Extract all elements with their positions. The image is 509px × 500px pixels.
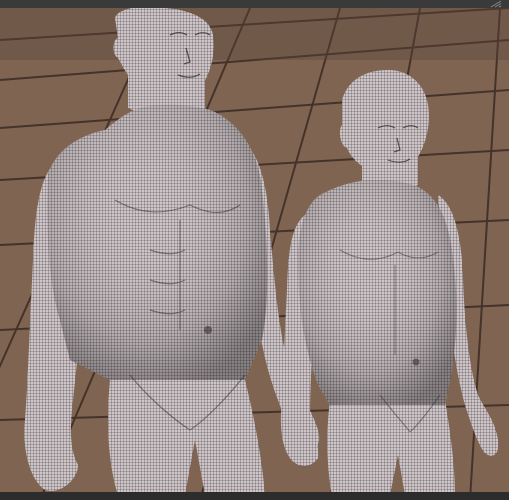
viewport-bottom-bar xyxy=(0,492,509,500)
viewport-top-bar xyxy=(0,0,509,8)
scene-canvas[interactable] xyxy=(0,0,509,500)
teen-legs xyxy=(327,400,455,495)
adult-legs xyxy=(107,380,265,495)
adult-navel xyxy=(204,326,212,334)
teen-navel xyxy=(412,358,420,366)
3d-viewport[interactable] xyxy=(0,0,509,500)
resize-handle-icon[interactable] xyxy=(489,0,503,8)
